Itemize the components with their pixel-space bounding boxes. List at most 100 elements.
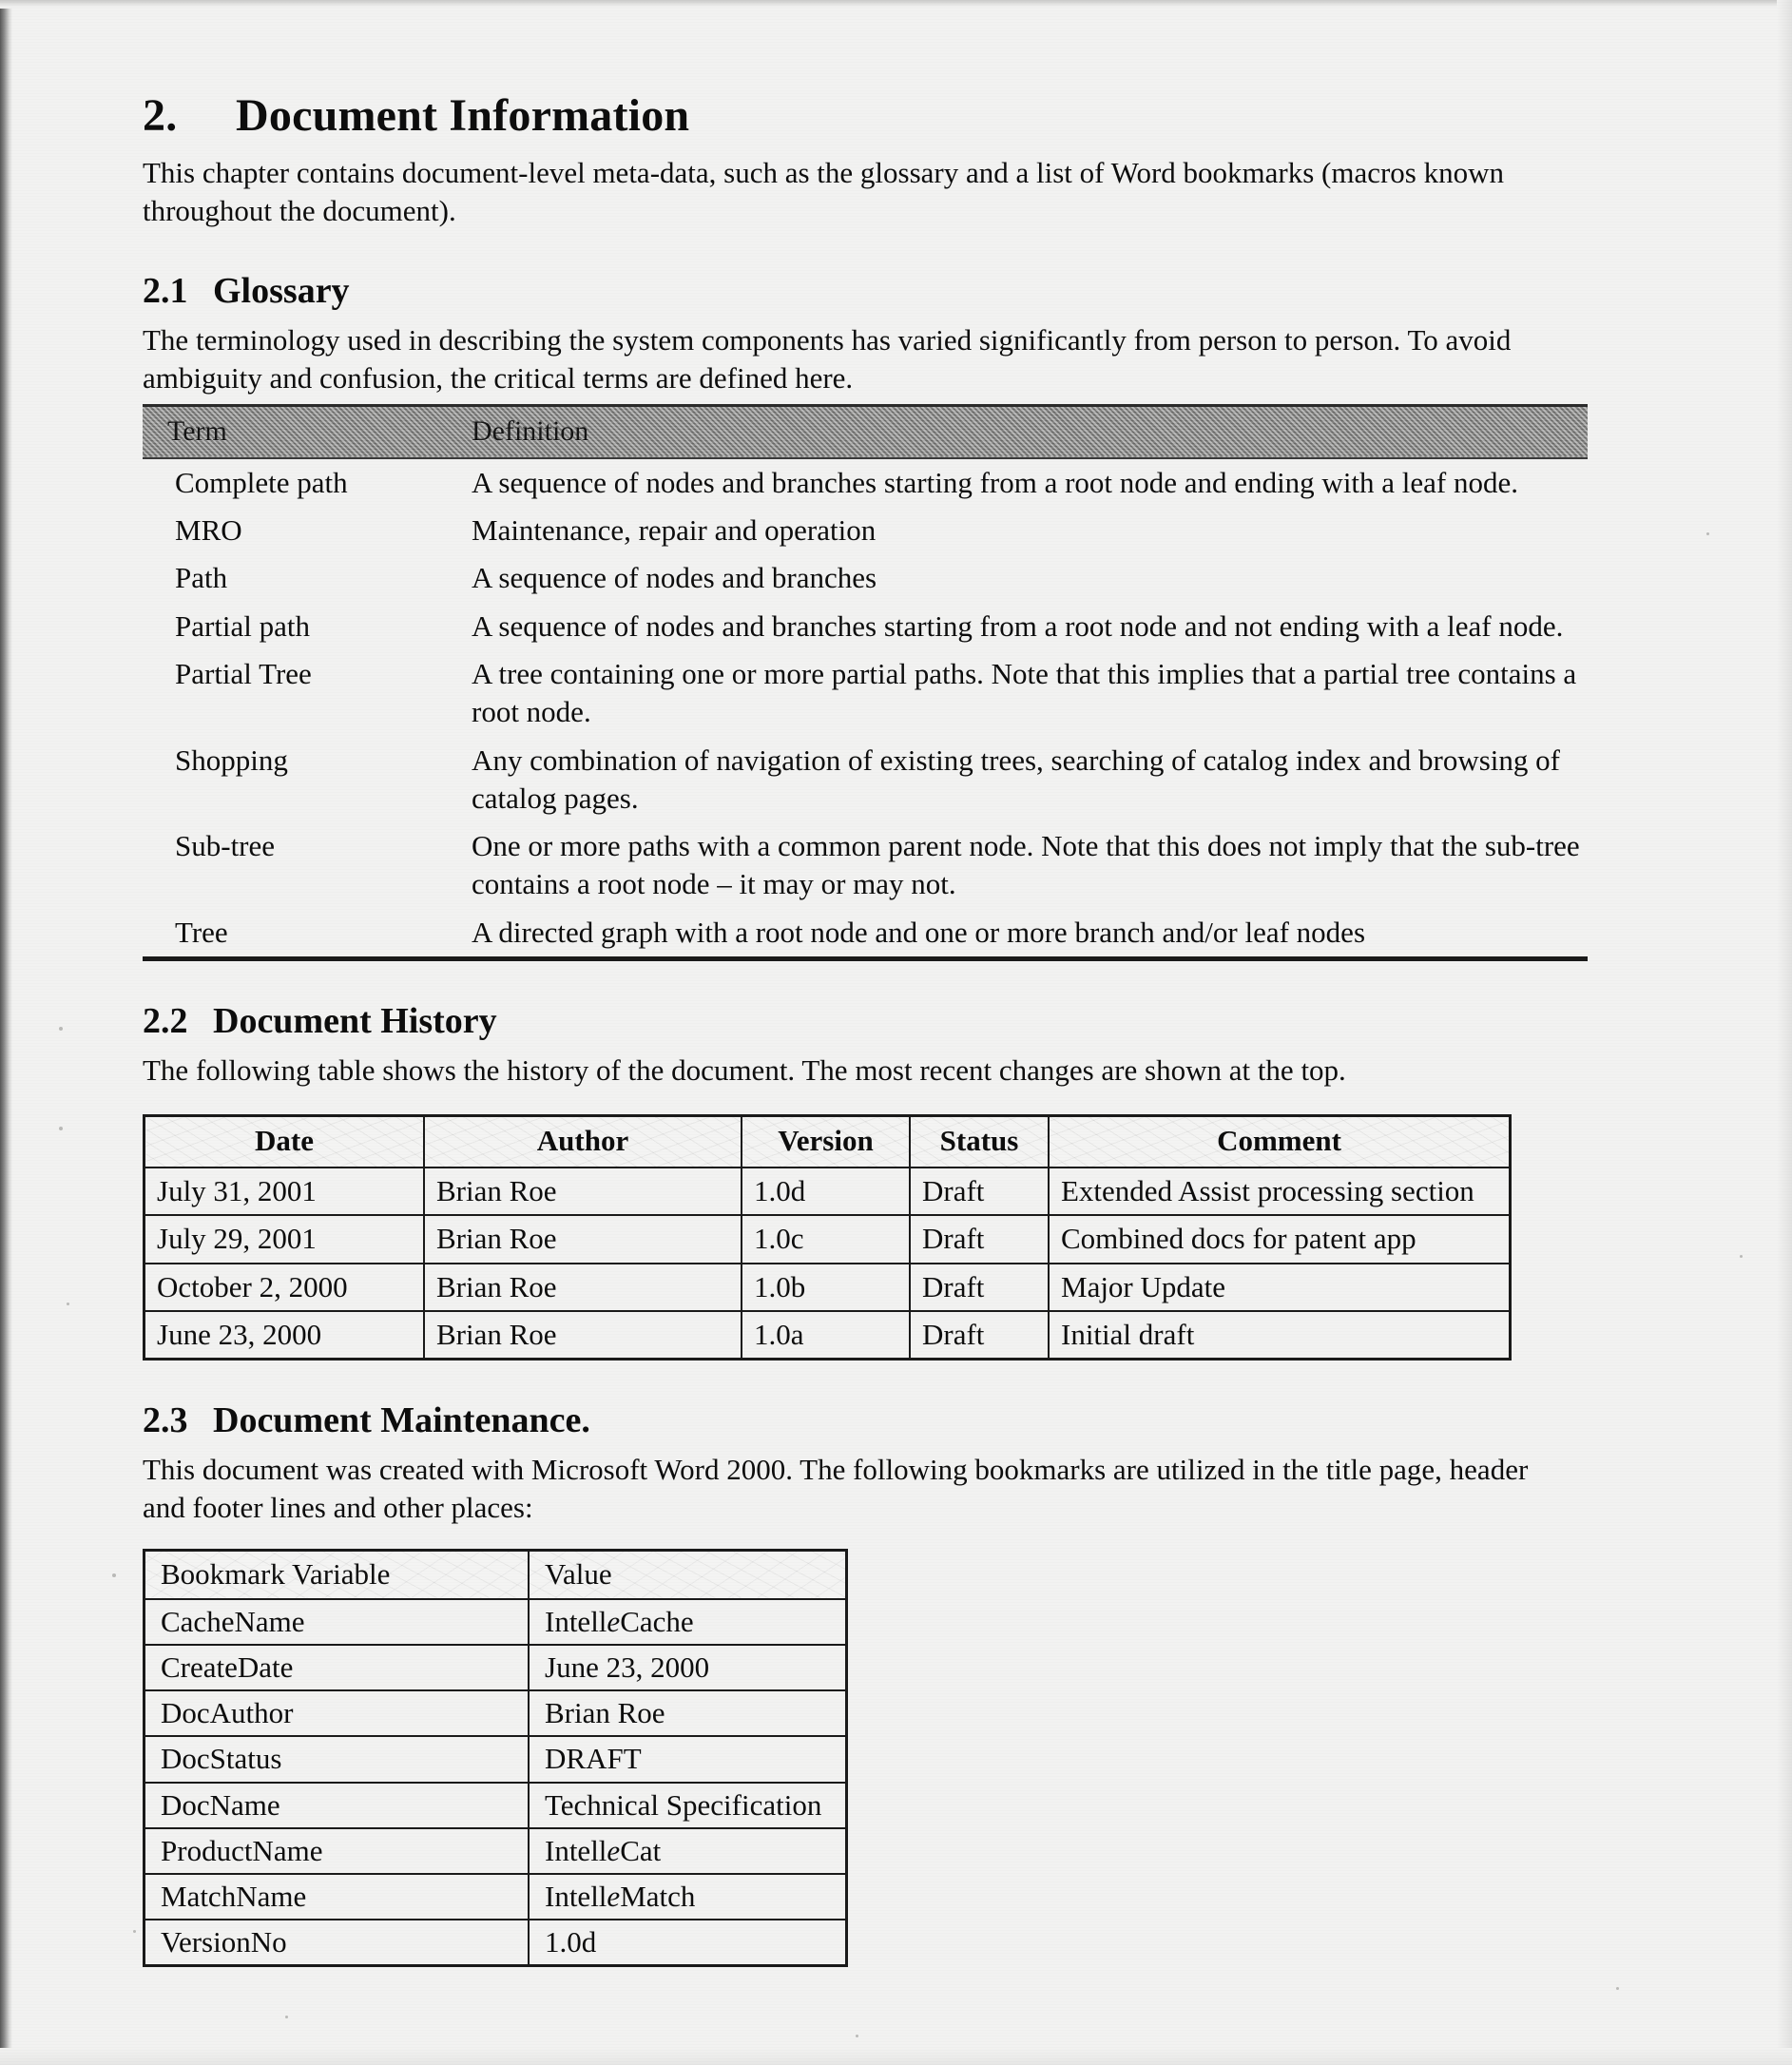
bookmarks-col-header-variable: Bookmark Variable: [143, 1549, 530, 1600]
bookmark-row: CacheName IntelleCache: [143, 1597, 848, 1646]
bookmark-row: CreateDate June 23, 2000: [143, 1643, 848, 1692]
history-cell-status: Draft: [909, 1214, 1050, 1264]
scan-speck: [133, 1930, 136, 1933]
bookmark-variable-name: CacheName: [143, 1597, 530, 1646]
scan-speck: [1706, 532, 1709, 535]
bookmarks-col-header-value: Value: [528, 1549, 848, 1600]
section-title-glossary: Glossary: [213, 271, 350, 312]
document-history-table: Date Author Version Status Comment July …: [143, 1114, 1512, 1361]
scan-edge-left: [0, 0, 12, 2065]
history-col-header-comment: Comment: [1048, 1114, 1512, 1169]
history-cell-comment: Combined docs for patent app: [1048, 1214, 1512, 1264]
scan-speck: [285, 2016, 288, 2018]
scan-speck: [1740, 1255, 1743, 1258]
scan-edge-bottom: [0, 2048, 1792, 2065]
bookmark-variable-value: IntelleCache: [528, 1597, 848, 1646]
glossary-definition: Maintenance, repair and operation: [472, 513, 877, 548]
history-cell-date: October 2, 2000: [143, 1262, 425, 1312]
glossary-definition: A directed graph with a root node and on…: [460, 908, 1588, 962]
history-col-header-version: Version: [741, 1114, 911, 1169]
bookmark-row: ProductName IntelleCat: [143, 1826, 848, 1875]
history-cell-date: July 29, 2001: [143, 1214, 425, 1264]
glossary-term: Tree: [143, 908, 460, 962]
history-cell-status: Draft: [909, 1262, 1050, 1312]
glossary-row: Tree A directed graph with a root node an…: [143, 908, 1588, 962]
scan-edge-top: [0, 0, 1792, 9]
section-number-maintenance: 2.3: [143, 1399, 188, 1440]
glossary-term: Partial Tree: [175, 657, 312, 690]
glossary-term: Complete path: [175, 465, 348, 499]
bookmark-variable-name: ProductName: [143, 1826, 530, 1875]
glossary-row: Path A sequence of nodes and branches: [143, 554, 1588, 602]
section-number-history: 2.2: [143, 1001, 188, 1042]
glossary-definition: Any combination of navigation of existin…: [472, 743, 1560, 815]
scan-speck: [1616, 1987, 1619, 1990]
section-title-history: Document History: [213, 1001, 497, 1042]
section-heading-maintenance: 2.3 Document Maintenance.: [143, 1400, 1626, 1441]
section-heading-glossary: 2.1 Glossary: [143, 271, 1626, 312]
history-cell-author: Brian Roe: [423, 1214, 742, 1264]
history-row: July 29, 2001 Brian Roe 1.0c Draft Combined …: [143, 1214, 1512, 1264]
section-title-maintenance: Document Maintenance.: [213, 1399, 590, 1440]
glossary-col-header-term: Term: [143, 403, 460, 459]
history-row: October 2, 2000 Brian Roe 1.0b Draft Major U…: [143, 1262, 1512, 1312]
history-table-header-row: Date Author Version Status Comment: [143, 1114, 1512, 1169]
history-cell-version: 1.0c: [741, 1214, 911, 1264]
history-cell-date: July 31, 2001: [143, 1167, 425, 1217]
bookmark-variable-value: Technical Specification: [528, 1781, 848, 1829]
scan-speck: [67, 1303, 69, 1305]
bookmark-variable-name: DocStatus: [143, 1735, 530, 1784]
chapter-number: 2.: [143, 90, 178, 141]
history-cell-version: 1.0a: [741, 1309, 911, 1361]
bookmark-row: DocStatus DRAFT: [143, 1735, 848, 1784]
bookmark-value-italic-letter: e: [607, 1833, 621, 1867]
history-intro-paragraph: The following table shows the history of…: [143, 1052, 1346, 1087]
bookmark-row: DocName Technical Specification: [143, 1781, 848, 1829]
bookmark-variable-value: IntelleCat: [528, 1826, 848, 1875]
history-cell-version: 1.0b: [741, 1262, 911, 1312]
history-row: July 31, 2001 Brian Roe 1.0d Draft Extended …: [143, 1167, 1512, 1217]
glossary-term: Shopping: [175, 743, 288, 777]
bookmark-variables-table: Bookmark Variable Value CacheName Intelle…: [143, 1548, 848, 1968]
history-cell-version: 1.0d: [741, 1167, 911, 1217]
glossary-row: Shopping Any combination of navigation of…: [143, 737, 1588, 823]
glossary-row: Partial Tree A tree containing one or mor…: [143, 650, 1588, 737]
glossary-row: Sub-tree One or more paths with a common …: [143, 822, 1588, 909]
bookmark-variable-value: Brian Roe: [528, 1689, 848, 1738]
glossary-row: Complete path A sequence of nodes and bra…: [143, 458, 1588, 507]
history-cell-comment: Extended Assist processing section: [1048, 1167, 1512, 1217]
glossary-definition: One or more paths with a common parent n…: [472, 829, 1580, 901]
section-number-glossary: 2.1: [143, 271, 188, 312]
bookmark-row: MatchName IntelleMatch: [143, 1872, 848, 1921]
bookmark-variable-value: IntelleMatch: [528, 1872, 848, 1921]
history-col-header-date: Date: [143, 1114, 425, 1169]
bookmark-row: DocAuthor Brian Roe: [143, 1689, 848, 1738]
section-heading-history: 2.2 Document History: [143, 1001, 1626, 1042]
glossary-row: MRO Maintenance, repair and operation: [143, 507, 1588, 554]
glossary-intro-paragraph: The terminology used in describing the s…: [143, 322, 1512, 396]
scan-speck: [112, 1573, 116, 1577]
glossary-definition: A tree containing one or more partial pa…: [472, 657, 1577, 729]
document-content: 2. Document Information This chapter con…: [143, 90, 1626, 1968]
history-cell-author: Brian Roe: [423, 1262, 742, 1312]
glossary-definition: A sequence of nodes and branches startin…: [472, 608, 1564, 643]
bookmark-variable-value: 1.0d: [528, 1919, 848, 1967]
history-row: June 23, 2000 Brian Roe 1.0a Draft Initial d…: [143, 1309, 1512, 1361]
glossary-col-header-definition: Definition: [460, 403, 1588, 459]
bookmark-value-italic-letter: e: [607, 1879, 621, 1913]
history-col-header-status: Status: [909, 1114, 1050, 1169]
glossary-term: Path: [175, 561, 228, 595]
scan-edge-right: [1777, 0, 1792, 2065]
glossary-definition: A sequence of nodes and branches: [472, 561, 877, 595]
glossary-term: Partial path: [175, 608, 311, 643]
scanned-document-page: 2. Document Information This chapter con…: [0, 0, 1792, 2065]
history-cell-status: Draft: [909, 1309, 1050, 1361]
glossary-definition: A sequence of nodes and branches startin…: [472, 465, 1519, 499]
history-cell-comment: Initial draft: [1048, 1309, 1512, 1361]
bookmark-variable-name: VersionNo: [143, 1919, 530, 1967]
history-cell-comment: Major Update: [1048, 1262, 1512, 1312]
bookmark-variable-value: June 23, 2000: [528, 1643, 848, 1692]
bookmark-variable-value: DRAFT: [528, 1735, 848, 1784]
glossary-term: MRO: [175, 513, 242, 548]
bookmark-variable-name: DocName: [143, 1781, 530, 1829]
